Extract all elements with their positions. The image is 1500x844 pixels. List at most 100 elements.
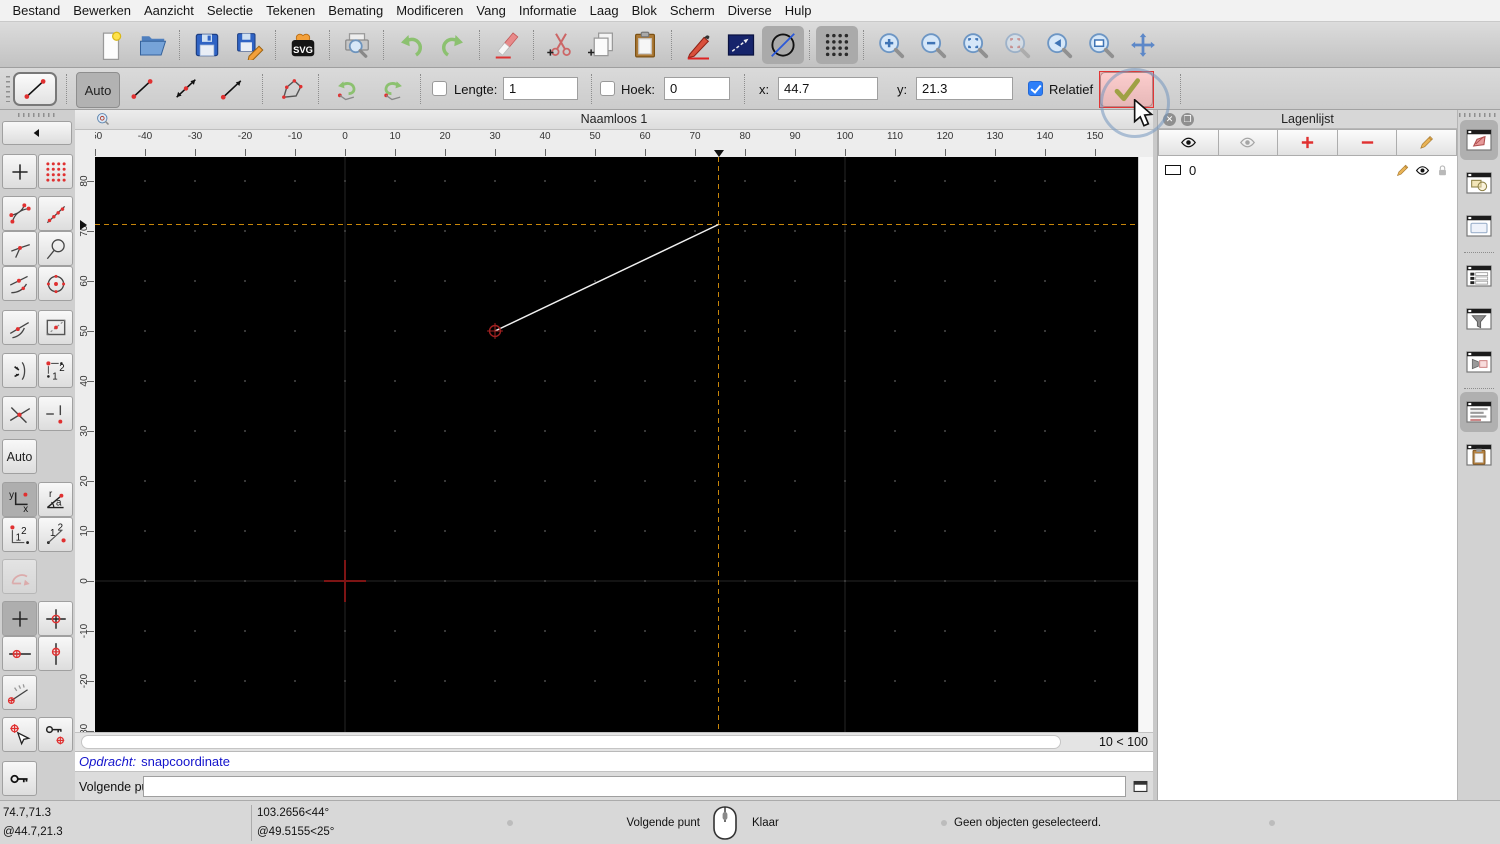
line-blueprint-button[interactable] [720, 26, 762, 64]
restrict-angle-off-button[interactable] [2, 559, 37, 594]
snap-grid-button[interactable] [38, 154, 73, 189]
grid-toggle-button[interactable] [816, 25, 858, 64]
auto-mode-button[interactable]: Auto [76, 72, 120, 108]
layers-hide-all-button[interactable] [1218, 129, 1279, 156]
new-file-button[interactable] [90, 26, 132, 64]
snap-middle-button[interactable] [2, 266, 37, 301]
menu-modificeren[interactable]: Modificeren [390, 3, 470, 18]
snap-distance-button[interactable]: 12 [38, 353, 73, 388]
drawing-canvas[interactable] [95, 157, 1138, 732]
erase-button[interactable] [486, 26, 528, 64]
back-arrow-button[interactable] [2, 121, 72, 145]
panel-command-line-toggle-button[interactable] [1460, 392, 1498, 432]
set-relative-zero-button[interactable] [38, 717, 73, 752]
x-input[interactable] [778, 77, 878, 100]
vertical-scrollbar[interactable] [1138, 157, 1153, 732]
panel-library-toggle-button[interactable] [1460, 206, 1498, 246]
relative-checkbox[interactable] [1028, 81, 1043, 96]
restrict-off-button[interactable] [2, 601, 37, 636]
menu-tekenen[interactable]: Tekenen [260, 3, 322, 18]
snap-intersection-manual-button[interactable] [38, 396, 73, 431]
layer-lock-gray-button[interactable] [1435, 163, 1450, 178]
document-window-titlebar[interactable]: Naamloos 1 [75, 110, 1153, 130]
layer-color-swatch[interactable] [1165, 165, 1181, 175]
command-input[interactable] [143, 776, 1126, 797]
angle-input[interactable] [664, 77, 730, 100]
menu-selectie[interactable]: Selectie [200, 3, 259, 18]
menu-aanzicht[interactable]: Aanzicht [138, 3, 201, 18]
open-file-button[interactable] [132, 26, 174, 64]
snap-auto-button[interactable] [2, 353, 37, 388]
print-preview-button[interactable] [336, 26, 378, 64]
snap-intersection-button[interactable] [2, 396, 37, 431]
draw-pencil-button[interactable] [678, 26, 720, 64]
horizontal-scrollbar[interactable]: 10 < 100 [75, 732, 1153, 751]
circle-slash-button[interactable] [762, 25, 804, 64]
paste-button[interactable] [624, 26, 666, 64]
active-line-tool-button[interactable] [13, 72, 57, 106]
length-checkbox[interactable] [432, 81, 447, 96]
zoom-selection-button[interactable] [996, 26, 1038, 64]
zoom-in-button[interactable] [870, 26, 912, 64]
polyline-mode-button[interactable] [272, 72, 312, 106]
pan-button[interactable] [1122, 26, 1164, 64]
menu-informatie[interactable]: Informatie [512, 3, 583, 18]
length-input[interactable] [503, 77, 578, 100]
dock-grip[interactable] [17, 113, 58, 117]
line-two-points-button[interactable] [122, 72, 162, 106]
zoom-auto-button[interactable] [954, 26, 996, 64]
dock-grip[interactable] [1459, 113, 1499, 117]
menu-bestand[interactable]: Bestand [6, 3, 67, 18]
lock-relative-zero-button[interactable] [2, 761, 37, 796]
angle-checkbox[interactable] [600, 81, 615, 96]
snap-perpendicular-button[interactable] [2, 231, 37, 266]
layer-remove-button[interactable] [1337, 129, 1398, 156]
command-window-toggle-button[interactable] [1131, 777, 1150, 796]
snap-auto-button[interactable]: Auto [2, 439, 37, 474]
snap-coordinate-button[interactable] [2, 717, 37, 752]
rel-polar-button[interactable]: 12 [38, 517, 73, 552]
save-button[interactable] [186, 26, 228, 64]
snap-tangent-button[interactable] [2, 310, 37, 345]
snap-reference-button[interactable] [38, 310, 73, 345]
menu-vang[interactable]: Vang [470, 3, 512, 18]
restrict-orthogonal-button[interactable] [38, 601, 73, 636]
layer-panel-titlebar[interactable]: ✕ ❐ Lagenlijst [1158, 110, 1457, 129]
copy-button[interactable] [582, 26, 624, 64]
snap-on-entity-button[interactable] [38, 196, 73, 231]
panel-selection-filter-toggle-button[interactable] [1460, 299, 1498, 339]
layer-edit-button[interactable] [1397, 129, 1457, 156]
menu-hulp[interactable]: Hulp [778, 3, 818, 18]
line-one-direction-button[interactable] [212, 72, 252, 106]
restrict-vertical-button[interactable] [38, 636, 73, 671]
layers-show-all-button[interactable] [1158, 129, 1219, 156]
menu-scherm[interactable]: Scherm [663, 3, 721, 18]
layer-pencil-edit-button[interactable] [1395, 163, 1410, 178]
snap-angles-button[interactable] [2, 675, 37, 710]
snap-center-button[interactable] [38, 266, 73, 301]
undo-button[interactable] [390, 26, 432, 64]
menu-laag[interactable]: Laag [583, 3, 625, 18]
cut-button[interactable] [540, 26, 582, 64]
layer-add-button[interactable] [1278, 129, 1338, 156]
restrict-horizontal-button[interactable] [2, 636, 37, 671]
coord-cartesian-button[interactable]: yx [2, 482, 37, 517]
menu-bewerken[interactable]: Bewerken [67, 3, 138, 18]
menu-diverse[interactable]: Diverse [721, 3, 778, 18]
redo-button[interactable] [432, 26, 474, 64]
panel-entity-filter-toggle-button[interactable] [1460, 342, 1498, 382]
line-both-directions-button[interactable] [166, 72, 206, 106]
panel-clipboard-toggle-button[interactable] [1460, 435, 1498, 475]
snap-endpoints-button[interactable] [2, 196, 37, 231]
coord-polar-button[interactable]: ra [38, 482, 73, 517]
menu-bemating[interactable]: Bemating [322, 3, 390, 18]
svg-export-button[interactable]: SVG [282, 26, 324, 64]
zoom-previous-button[interactable] [1038, 26, 1080, 64]
redo-segment-button[interactable] [372, 72, 412, 106]
zoom-window-button[interactable] [1080, 26, 1122, 64]
horizontal-scrollbar-thumb[interactable] [81, 735, 1061, 749]
menu-blok[interactable]: Blok [625, 3, 663, 18]
toolbar-grip[interactable] [6, 76, 10, 102]
panel-layer-list-toggle-button[interactable] [1460, 120, 1498, 160]
snap-free-button[interactable] [2, 154, 37, 189]
